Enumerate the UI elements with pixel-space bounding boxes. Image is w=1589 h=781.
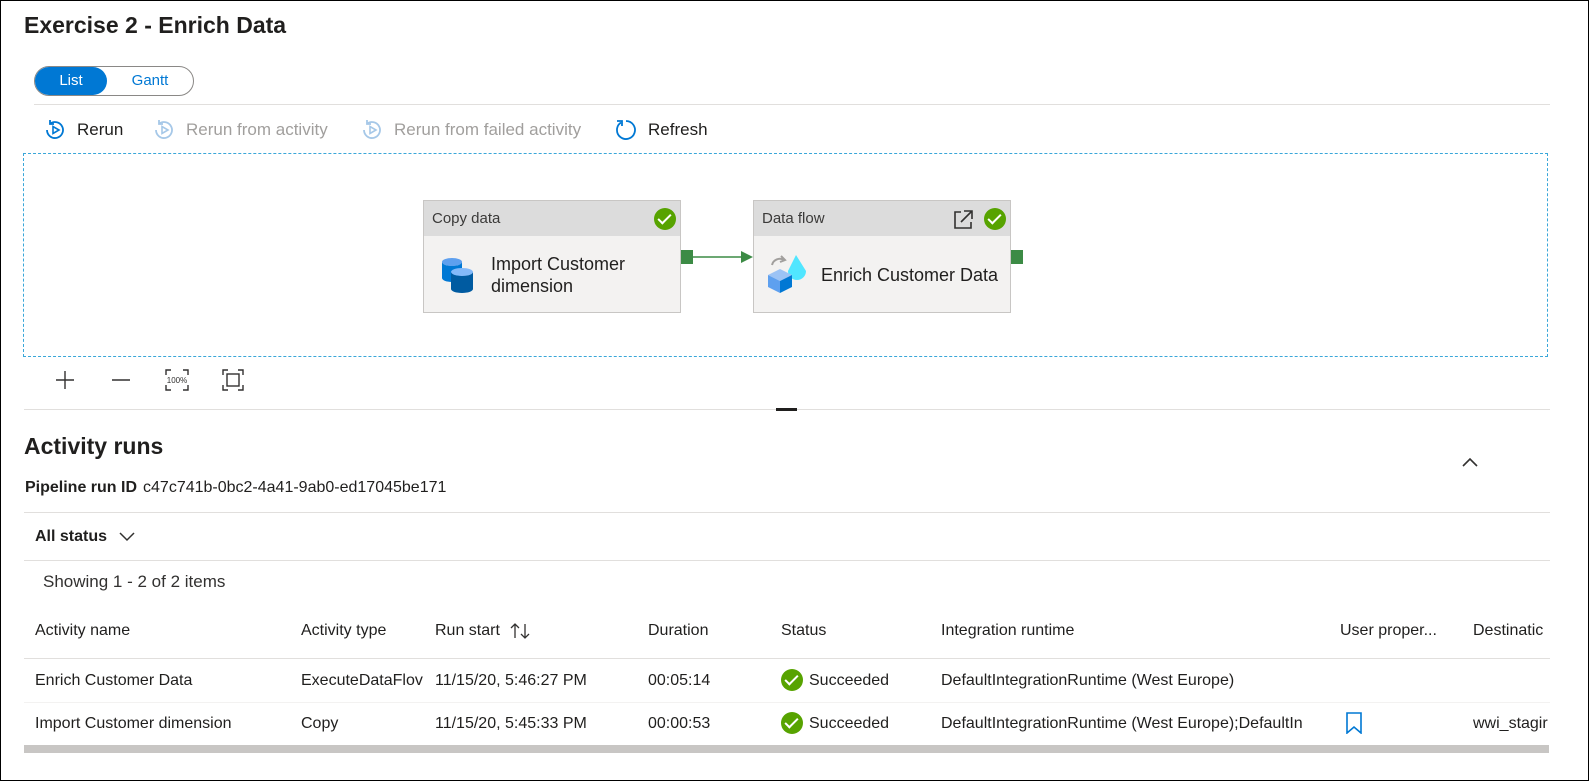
- horizontal-scrollbar[interactable]: [24, 745, 1549, 753]
- status-filter-label: All status: [35, 528, 108, 545]
- toolbar-divider: [34, 104, 1550, 105]
- rerun-from-activity-icon: [155, 120, 173, 139]
- col-activity-type[interactable]: Activity type: [301, 622, 426, 640]
- collapse-chevron-up-icon[interactable]: [1461, 456, 1479, 468]
- col-user-properties[interactable]: User proper...: [1340, 622, 1460, 640]
- sort-icon[interactable]: [510, 623, 530, 639]
- rerun-icon: [46, 120, 64, 139]
- cell-activity-type: Copy: [301, 715, 339, 732]
- table-header-divider: [24, 658, 1550, 659]
- rerun-label: Rerun: [77, 120, 124, 139]
- view-toggle[interactable]: List Gantt: [34, 66, 194, 96]
- col-activity-name[interactable]: Activity name: [35, 622, 290, 640]
- activity-name-line2: dimension: [491, 276, 574, 296]
- open-external-icon[interactable]: [952, 209, 974, 231]
- list-view-button[interactable]: List: [35, 67, 107, 95]
- activity-name: Enrich Customer Data: [821, 265, 999, 285]
- activity-import-customer-dimension[interactable]: Copy data Import Customer dimension: [423, 200, 681, 313]
- cell-run-start: 11/15/20, 5:46:27 PM: [435, 672, 587, 689]
- cell-duration: 00:00:53: [648, 715, 711, 732]
- zoom-in-icon[interactable]: [53, 368, 77, 392]
- col-run-start-label: Run start: [435, 622, 500, 639]
- output-port[interactable]: [1011, 250, 1023, 264]
- activity-enrich-customer-data[interactable]: Data flow Enrich Customer Data: [753, 200, 1011, 313]
- rerun-button[interactable]: Rerun: [43, 116, 123, 144]
- status-filter-dropdown[interactable]: All status: [35, 528, 135, 546]
- rerun-from-activity-label: Rerun from activity: [186, 120, 328, 139]
- rerun-from-failed-label: Rerun from failed activity: [394, 120, 582, 139]
- activity-runs-heading: Activity runs: [24, 433, 164, 459]
- page-title: Exercise 2 - Enrich Data: [24, 12, 287, 38]
- data-flow-icon: [768, 255, 806, 293]
- cell-duration: 00:05:14: [648, 672, 711, 689]
- activity-name-line1: Import Customer: [491, 254, 626, 274]
- bookmark-icon[interactable]: [1345, 712, 1363, 734]
- success-connector-arrow: [693, 251, 753, 263]
- pipeline-run-id-label: Pipeline run ID: [25, 479, 138, 496]
- item-count-text: Showing 1 - 2 of 2 items: [43, 572, 226, 591]
- cell-activity-name[interactable]: Enrich Customer Data: [35, 672, 290, 690]
- cell-run-start: 11/15/20, 5:45:33 PM: [435, 715, 587, 732]
- refresh-icon: [616, 120, 636, 140]
- filter-divider-top: [24, 512, 1550, 513]
- svg-text:100%: 100%: [167, 376, 187, 385]
- col-run-start[interactable]: Run start: [435, 622, 635, 640]
- col-destination[interactable]: Destinatic: [1473, 622, 1551, 640]
- filter-divider-bottom: [24, 560, 1550, 561]
- success-check-icon: [781, 712, 803, 734]
- database-icon: [442, 258, 473, 293]
- pipeline-run-id: Pipeline run ID c47c741b-0bc2-4a41-9ab0-e…: [25, 479, 446, 497]
- refresh-button[interactable]: Refresh: [614, 116, 708, 144]
- zoom-100-icon[interactable]: 100%: [165, 368, 189, 392]
- zoom-out-icon[interactable]: [109, 368, 133, 392]
- rerun-from-failed-icon: [363, 120, 381, 139]
- cell-status: Succeeded: [809, 672, 890, 689]
- col-duration[interactable]: Duration: [648, 622, 768, 640]
- cell-activity-type: ExecuteDataFlov: [301, 672, 423, 689]
- fit-to-screen-icon[interactable]: [221, 368, 245, 392]
- cell-integration-runtime: DefaultIntegrationRuntime (West Europe);…: [941, 715, 1303, 732]
- output-port[interactable]: [681, 250, 693, 264]
- row-divider: [24, 702, 1550, 703]
- cell-integration-runtime: DefaultIntegrationRuntime (West Europe): [941, 672, 1235, 689]
- cell-destination: wwi_stagir: [1473, 715, 1548, 732]
- success-check-icon: [654, 208, 676, 230]
- success-check-icon: [984, 208, 1006, 230]
- resize-handle[interactable]: [776, 408, 797, 411]
- chevron-down-icon: [119, 532, 135, 542]
- col-integration-runtime[interactable]: Integration runtime: [941, 622, 1331, 640]
- pipeline-run-id-value: c47c741b-0bc2-4a41-9ab0-ed17045be171: [143, 479, 447, 496]
- cell-activity-name[interactable]: Import Customer dimension: [35, 715, 290, 733]
- gantt-view-button[interactable]: Gantt: [107, 67, 193, 95]
- activity-type-label: Copy data: [424, 201, 680, 236]
- refresh-label: Refresh: [648, 120, 708, 139]
- success-check-icon: [781, 669, 803, 691]
- col-status[interactable]: Status: [781, 622, 931, 640]
- rerun-from-activity-button[interactable]: Rerun from activity: [152, 116, 328, 144]
- rerun-from-failed-button[interactable]: Rerun from failed activity: [360, 116, 581, 144]
- cell-status: Succeeded: [809, 715, 890, 732]
